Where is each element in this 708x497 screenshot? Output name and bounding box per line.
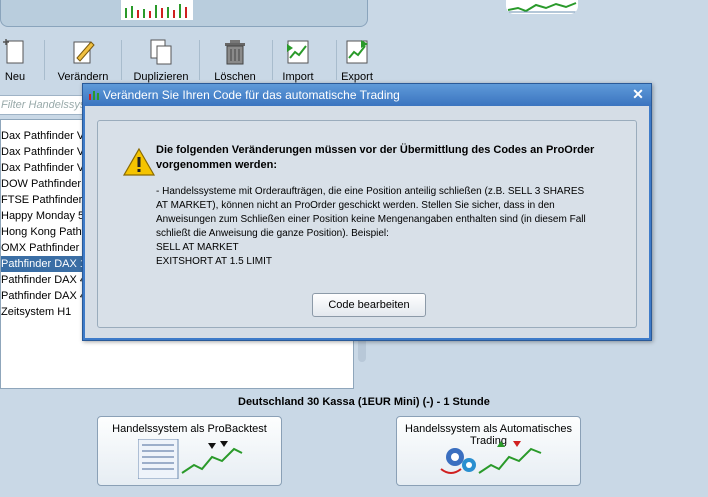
edit-code-button[interactable]: Code bearbeiten <box>312 293 426 317</box>
list-item[interactable]: Pathfinder DAX 4H <box>1 272 85 288</box>
filter-input[interactable]: Filter Handelssys <box>0 95 84 115</box>
toolbar: Neu Verändern Duplizieren Löschen Import… <box>0 36 380 84</box>
list-item-selected[interactable]: Pathfinder DAX 1H <box>1 256 85 272</box>
close-icon[interactable]: ✕ <box>631 87 645 101</box>
backtest-chart-icon <box>138 439 243 479</box>
modify-code-dialog: Verändern Sie Ihren Code für das automat… <box>82 83 652 341</box>
dialog-heading: Die folgenden Veränderungen müssen vor d… <box>156 144 595 171</box>
probacktest-label: Handelssystem als ProBacktest <box>112 423 267 435</box>
dialog-content-panel: Die folgenden Veränderungen müssen vor d… <box>97 120 637 328</box>
delete-button[interactable]: Löschen <box>200 36 270 84</box>
new-button[interactable]: Neu <box>0 36 50 84</box>
export-label: Export <box>341 71 373 83</box>
list-item[interactable]: Dax Pathfinder V5 <box>1 144 85 160</box>
message-line: AT MARKET), können nicht an ProOrder ges… <box>156 200 555 211</box>
message-line: - Handelssysteme mit Orderaufträgen, die… <box>156 186 585 197</box>
dialog-title: Verändern Sie Ihren Code für das automat… <box>103 88 400 102</box>
dialog-message: - Handelssysteme mit Orderaufträgen, die… <box>156 185 626 269</box>
toolbar-separator <box>121 40 122 80</box>
delete-label: Löschen <box>214 71 256 83</box>
duplicate-icon <box>150 39 172 65</box>
list-item[interactable]: Happy Monday 5 M <box>1 208 85 224</box>
mini-chart-graphic <box>121 0 193 20</box>
export-button[interactable]: Export <box>322 36 392 84</box>
chart-preview-left <box>0 0 368 27</box>
edit-label: Verändern <box>57 71 109 83</box>
auto-trading-button[interactable]: Handelssystem als Automatisches Trading <box>396 416 581 486</box>
list-item[interactable]: OMX Pathfinder <box>1 240 85 256</box>
warning-icon <box>122 147 156 176</box>
edit-pencil-icon <box>73 41 95 64</box>
list-item[interactable]: DOW Pathfinder <box>1 176 85 192</box>
edit-button[interactable]: Verändern <box>48 36 118 84</box>
toolbar-separator <box>44 40 45 80</box>
trash-icon <box>225 40 245 65</box>
new-label: Neu <box>4 71 26 83</box>
app-chart-icon <box>89 91 99 100</box>
export-icon <box>346 40 368 64</box>
import-icon <box>287 40 309 64</box>
message-line: Anweisungen zum Schließen einer Position… <box>156 214 586 225</box>
dialog-body: Die folgenden Veränderungen müssen vor d… <box>85 106 649 338</box>
list-item[interactable]: Hong Kong Pathfin <box>1 224 85 240</box>
new-document-icon <box>3 39 24 64</box>
message-line: SELL AT MARKET <box>156 242 239 253</box>
list-item[interactable]: Pathfinder DAX 4H <box>1 288 85 304</box>
instrument-label: Deutschland 30 Kassa (1EUR Mini) (-) - 1… <box>238 396 490 408</box>
list-item[interactable]: Zeitsystem H1 <box>1 304 85 320</box>
duplicate-button[interactable]: Duplizieren <box>126 36 196 84</box>
auto-trading-gears-icon <box>440 441 542 474</box>
list-item[interactable]: Dax Pathfinder V4 <box>1 128 85 144</box>
dialog-titlebar[interactable]: Verändern Sie Ihren Code für das automat… <box>83 84 651 106</box>
message-line: EXITSHORT AT 1.5 LIMIT <box>156 256 272 267</box>
list-item[interactable]: FTSE Pathfinder <box>1 192 85 208</box>
message-line: schließt die Anweisung die ganze Positio… <box>156 228 389 239</box>
duplicate-label: Duplizieren <box>133 71 189 83</box>
probacktest-button[interactable]: Handelssystem als ProBacktest <box>97 416 282 486</box>
list-item[interactable]: Dax Pathfinder V5 <box>1 160 85 176</box>
chart-preview-right <box>506 0 578 14</box>
